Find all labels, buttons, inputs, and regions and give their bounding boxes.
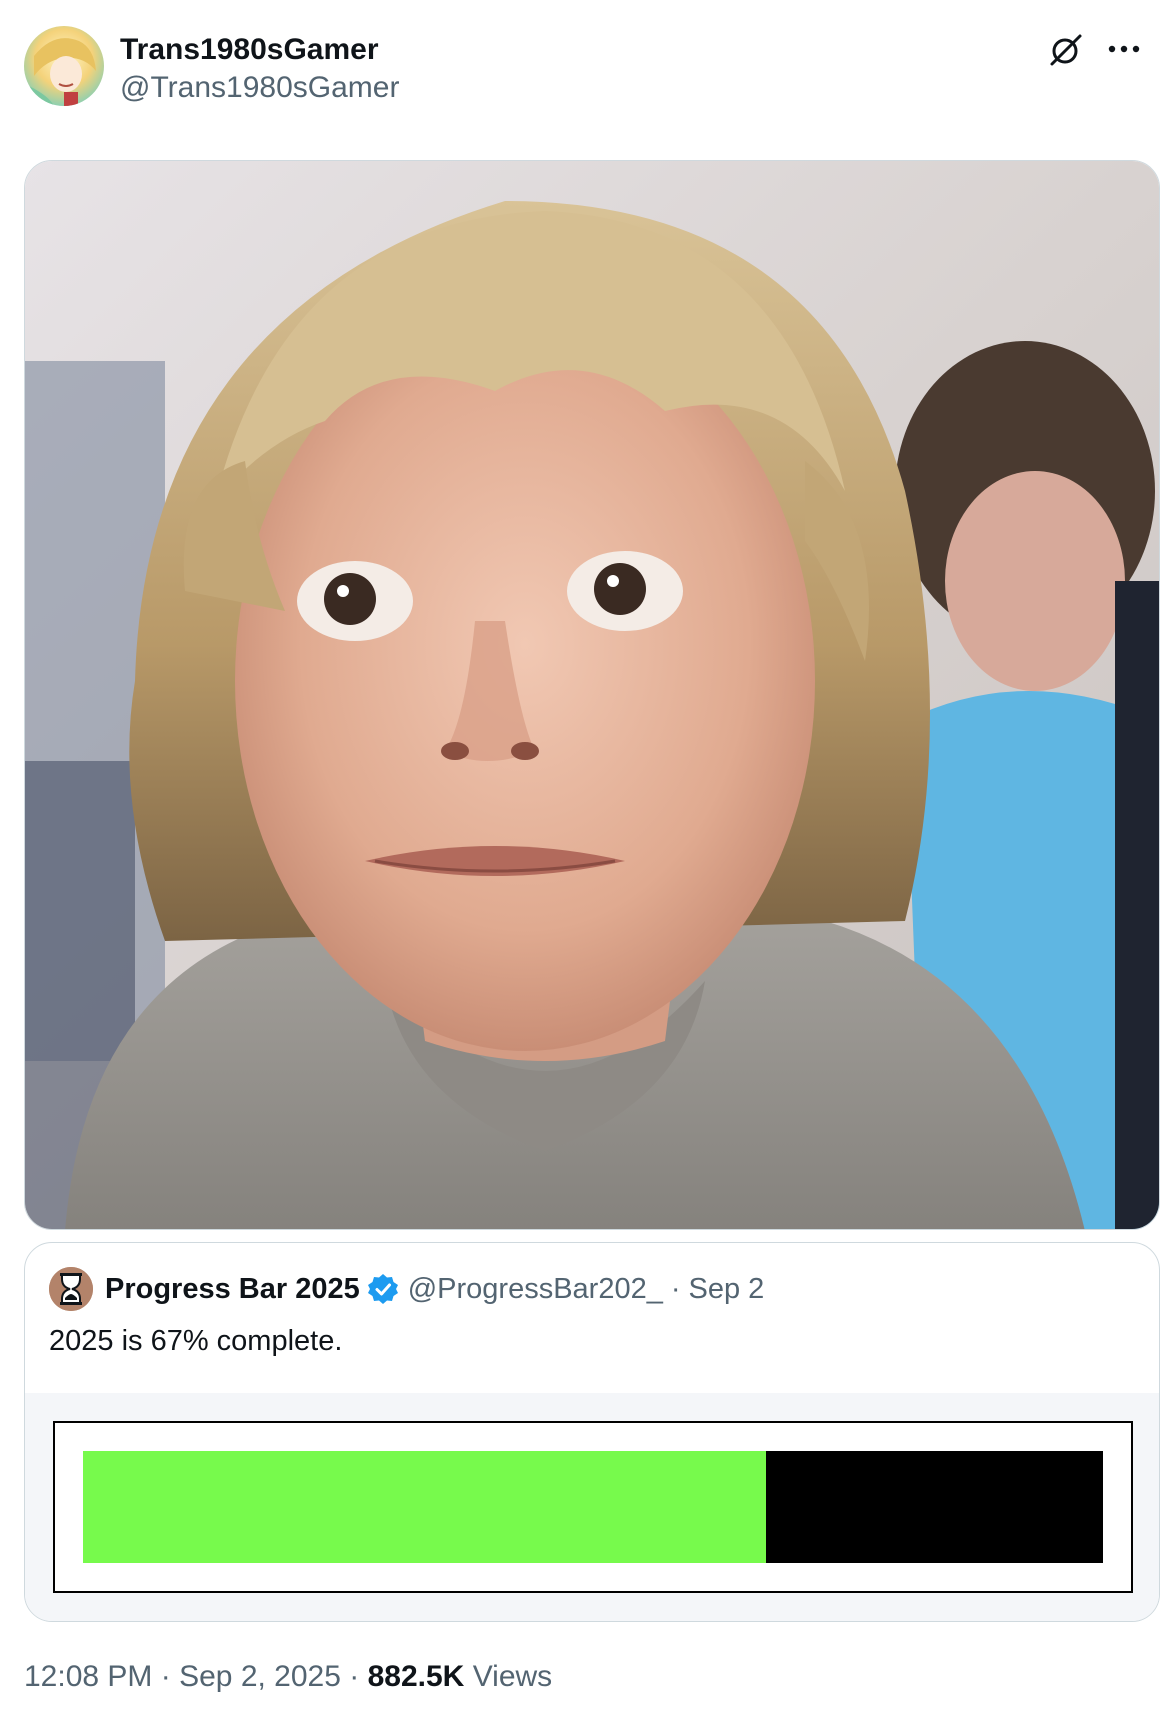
progress-bar-fill xyxy=(83,1451,767,1563)
author-avatar[interactable] xyxy=(24,26,104,106)
author-display-name[interactable]: Trans1980sGamer xyxy=(120,32,399,68)
hourglass-icon[interactable] xyxy=(49,1267,93,1311)
quoted-author-display-name[interactable]: Progress Bar 2025 xyxy=(105,1273,360,1306)
tweet-metadata: 12:08 PM · Sep 2, 2025 · 882.5K Views xyxy=(24,1660,552,1694)
quoted-tweet[interactable]: Progress Bar 2025 @ProgressBar202_ · Sep… xyxy=(24,1242,1160,1622)
separator-dot: · xyxy=(349,1660,360,1693)
more-options-icon[interactable] xyxy=(1104,34,1144,64)
author-info: Trans1980sGamer @Trans1980sGamer xyxy=(120,32,399,106)
quoted-tweet-date[interactable]: Sep 2 xyxy=(689,1273,765,1306)
tweet-photo[interactable] xyxy=(24,160,1160,1230)
progress-bar-frame xyxy=(53,1421,1133,1593)
tweet-date[interactable]: Sep 2, 2025 xyxy=(179,1660,341,1693)
separator-dot: · xyxy=(670,1272,681,1305)
views-count[interactable]: 882.5K xyxy=(368,1660,465,1693)
tweet-time[interactable]: 12:08 PM xyxy=(24,1660,152,1693)
quoted-tweet-image[interactable] xyxy=(25,1393,1159,1621)
author-handle[interactable]: @Trans1980sGamer xyxy=(120,70,399,106)
quoted-author-handle[interactable]: @ProgressBar202_ xyxy=(408,1273,663,1306)
views-label: Views xyxy=(472,1660,553,1693)
quoted-tweet-header: Progress Bar 2025 @ProgressBar202_ · Sep… xyxy=(49,1267,764,1311)
quoted-tweet-text: 2025 is 67% complete. xyxy=(49,1325,343,1357)
separator-dot: · xyxy=(160,1660,171,1693)
verified-badge-icon xyxy=(366,1272,400,1306)
grok-icon[interactable] xyxy=(1048,32,1084,68)
progress-bar-track xyxy=(83,1451,1103,1563)
tweet-header: Trans1980sGamer @Trans1980sGamer xyxy=(24,26,1152,106)
